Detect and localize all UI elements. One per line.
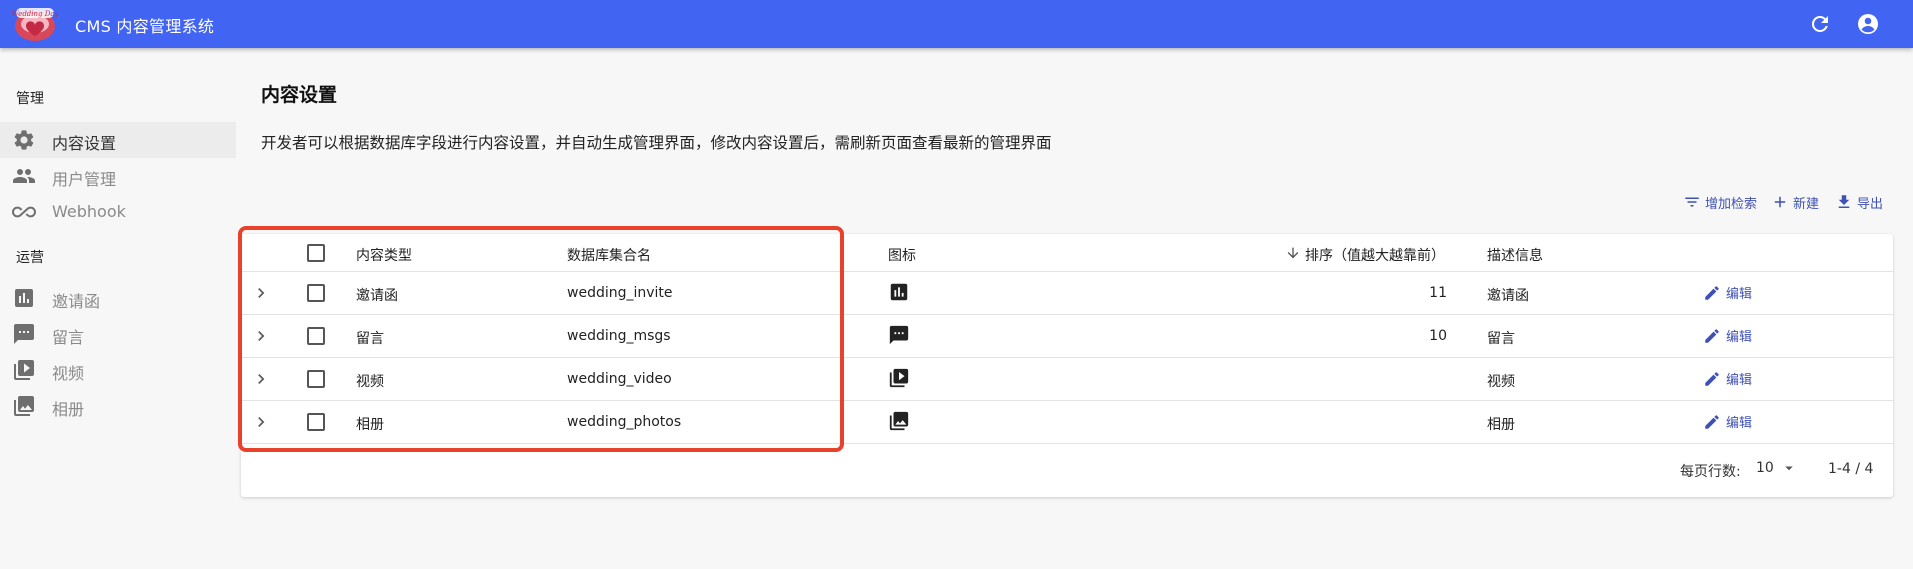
cell-description: 留言 xyxy=(1487,331,1515,347)
sidebar-item-label: 视频 xyxy=(52,364,85,383)
row-checkbox[interactable] xyxy=(307,327,325,345)
sidebar-item-label: 留言 xyxy=(52,328,85,347)
sidebar-item-content-settings[interactable]: 内容设置 xyxy=(0,122,236,158)
edit-label: 编辑 xyxy=(1726,330,1753,345)
cell-type: 视频 xyxy=(356,374,384,390)
cell-collection: wedding_video xyxy=(567,371,672,387)
table-row[interactable]: 邀请函 wedding_invite 11 邀请函 编辑 xyxy=(241,272,1893,315)
cell-collection: wedding_msgs xyxy=(567,328,671,344)
create-button[interactable]: 新建 xyxy=(1771,190,1819,214)
message-icon xyxy=(14,324,34,344)
row-checkbox[interactable] xyxy=(307,284,325,302)
sidebar-item-album[interactable]: 相册 xyxy=(0,388,236,424)
pencil-icon xyxy=(1705,414,1719,429)
cell-description: 邀请函 xyxy=(1487,288,1529,304)
sidebar-item-video[interactable]: 视频 xyxy=(0,352,236,388)
export-button[interactable]: 导出 xyxy=(1835,190,1883,214)
download-icon xyxy=(1838,195,1850,208)
sidebar-item-invite[interactable]: 邀请函 xyxy=(0,280,236,316)
rows-per-page-value: 10 xyxy=(1756,460,1774,476)
cell-description: 相册 xyxy=(1487,417,1515,433)
chevron-right-icon[interactable] xyxy=(251,326,271,346)
sidebar-item-label: 用户管理 xyxy=(52,170,117,189)
cell-type: 相册 xyxy=(356,417,384,433)
chevron-right-icon[interactable] xyxy=(251,412,271,432)
cell-collection: wedding_photos xyxy=(567,414,682,430)
edit-button[interactable]: 编辑 xyxy=(1703,412,1752,431)
table-row[interactable]: 相册 wedding_photos 相册 编辑 xyxy=(241,401,1893,444)
bar-chart-icon xyxy=(15,289,33,307)
gear-icon xyxy=(14,130,34,150)
edit-label: 编辑 xyxy=(1726,287,1753,302)
message-icon xyxy=(889,325,909,345)
bar-chart-icon xyxy=(890,283,908,301)
sidebar-item-messages[interactable]: 留言 xyxy=(0,316,236,352)
pencil-icon xyxy=(1705,328,1719,343)
app-bar: Wedding Day CMS 内容管理系统 xyxy=(0,0,1913,48)
logo: Wedding Day xyxy=(12,8,58,41)
table-header-row: 内容类型 数据库集合名 图标 排序（值越大越靠前） 描述信息 xyxy=(241,234,1893,272)
photo-library-icon xyxy=(889,411,909,431)
sidebar-item-webhook[interactable]: Webhook xyxy=(0,194,236,230)
column-header-type[interactable]: 内容类型 xyxy=(356,245,412,265)
sidebar-item-label: Webhook xyxy=(52,202,126,221)
add-filter-label: 增加检索 xyxy=(1705,196,1758,212)
cell-order: 11 xyxy=(1429,285,1447,301)
app-title: CMS 内容管理系统 xyxy=(75,17,215,36)
table-row[interactable]: 留言 wedding_msgs 10 留言 编辑 xyxy=(241,315,1893,358)
column-header-icon[interactable]: 图标 xyxy=(888,245,916,265)
row-checkbox[interactable] xyxy=(307,413,325,431)
column-header-collection[interactable]: 数据库集合名 xyxy=(567,245,651,265)
sidebar: 管理 内容设置 用户管理 Webhook 运营 邀请函 留言 视频 相册 xyxy=(0,48,236,569)
chevron-right-icon[interactable] xyxy=(251,369,271,389)
video-library-icon xyxy=(889,368,909,388)
edit-label: 编辑 xyxy=(1726,373,1753,388)
row-checkbox[interactable] xyxy=(307,370,325,388)
edit-button[interactable]: 编辑 xyxy=(1703,369,1752,388)
svg-text:Wedding Day: Wedding Day xyxy=(12,10,58,18)
refresh-icon[interactable] xyxy=(1808,12,1832,36)
sidebar-item-label: 邀请函 xyxy=(52,292,101,311)
cell-description: 视频 xyxy=(1487,374,1515,390)
cell-collection: wedding_invite xyxy=(567,285,673,301)
cell-order: 10 xyxy=(1429,328,1447,344)
filter-icon xyxy=(1685,197,1699,207)
cell-type: 留言 xyxy=(356,331,384,347)
sidebar-section-ops: 运营 xyxy=(16,250,44,266)
caret-down-icon xyxy=(1785,466,1793,471)
cell-type: 邀请函 xyxy=(356,288,398,304)
pencil-icon xyxy=(1705,285,1719,300)
select-all-checkbox[interactable] xyxy=(307,244,325,262)
photo-library-icon xyxy=(14,396,34,416)
add-filter-button[interactable]: 增加检索 xyxy=(1683,190,1757,214)
video-library-icon xyxy=(14,360,34,380)
column-header-description[interactable]: 描述信息 xyxy=(1487,245,1543,265)
page-title: 内容设置 xyxy=(261,84,338,106)
sidebar-item-label: 相册 xyxy=(52,400,85,419)
create-label: 新建 xyxy=(1793,196,1820,212)
edit-button[interactable]: 编辑 xyxy=(1703,283,1752,302)
content-table: 内容类型 数据库集合名 图标 排序（值越大越靠前） 描述信息 邀请函 weddi… xyxy=(241,234,1893,497)
edit-button[interactable]: 编辑 xyxy=(1703,326,1752,345)
infinity-icon xyxy=(12,206,36,218)
pencil-icon xyxy=(1705,371,1719,386)
chevron-right-icon[interactable] xyxy=(251,283,271,303)
sidebar-section-manage: 管理 xyxy=(16,91,44,107)
rows-per-page-label: 每页行数: xyxy=(1680,464,1741,480)
export-label: 导出 xyxy=(1857,196,1884,212)
edit-label: 编辑 xyxy=(1726,416,1753,431)
sidebar-item-label: 内容设置 xyxy=(52,134,117,153)
arrow-down-icon[interactable] xyxy=(1285,245,1301,261)
rows-per-page-select[interactable]: 10 xyxy=(1756,459,1798,477)
account-circle-icon[interactable] xyxy=(1856,12,1880,36)
column-header-order[interactable]: 排序（值越大越靠前） xyxy=(1305,245,1445,265)
people-icon xyxy=(13,169,35,183)
sidebar-item-users[interactable]: 用户管理 xyxy=(0,158,236,194)
table-row[interactable]: 视频 wedding_video 视频 编辑 xyxy=(241,358,1893,401)
page-description: 开发者可以根据数据库字段进行内容设置，并自动生成管理界面，修改内容设置后，需刷新… xyxy=(261,134,1052,152)
pagination-range: 1-4 / 4 xyxy=(1828,461,1874,477)
plus-icon xyxy=(1774,196,1786,208)
